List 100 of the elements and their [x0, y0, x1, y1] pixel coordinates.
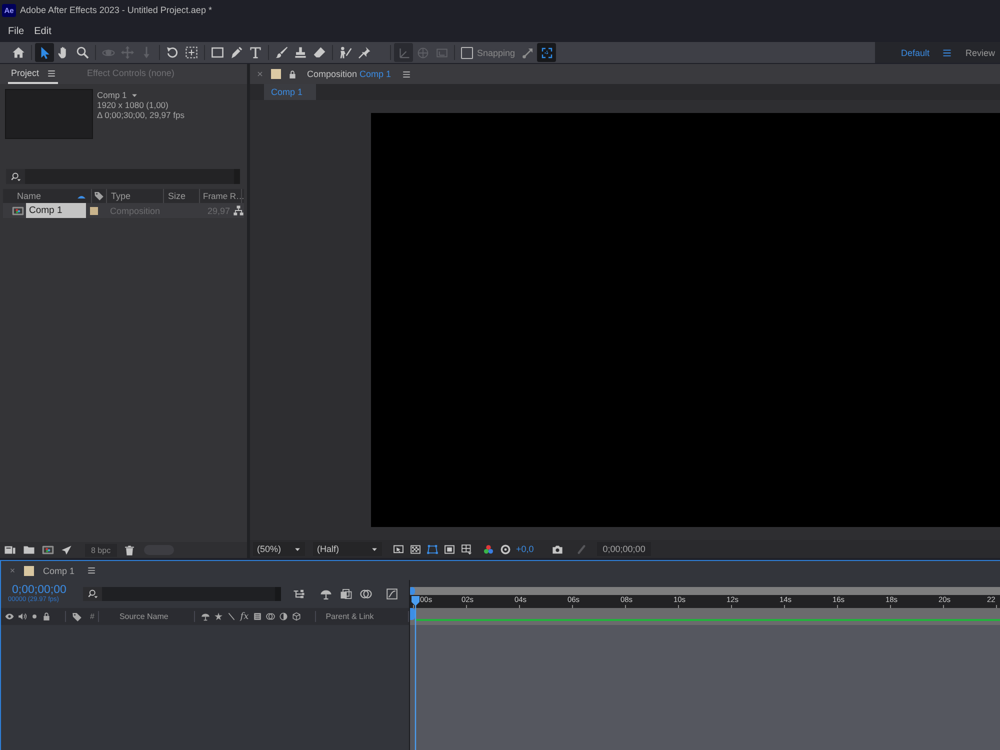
folder-icon[interactable] — [23, 544, 35, 556]
menu-item[interactable]: File — [3, 24, 30, 38]
column-header[interactable]: Type — [111, 191, 131, 201]
current-time-display[interactable]: 0;00;00;00 — [8, 584, 83, 596]
dot-icon — [31, 613, 38, 620]
bit-depth-button[interactable]: 8 bpc — [85, 544, 117, 556]
ring-icon[interactable] — [500, 544, 511, 554]
column-header[interactable]: Parent & Link — [326, 612, 404, 621]
color-circles-icon[interactable] — [483, 544, 494, 554]
menu-icon[interactable] — [942, 48, 952, 58]
workspace-tab[interactable]: Default — [899, 46, 932, 60]
work-area-start-handle[interactable] — [410, 608, 415, 620]
slash-icon — [227, 612, 236, 621]
overlapping-circles-icon[interactable] — [360, 588, 372, 600]
lock-icon — [42, 612, 51, 621]
eraser-icon — [313, 46, 326, 59]
timecode-field[interactable]: 0;00;00;00 — [596, 542, 652, 556]
dome-icon — [201, 612, 210, 621]
panel-tab[interactable]: Project — [8, 68, 58, 84]
rotate-icon — [166, 46, 179, 59]
column-header: # — [90, 612, 94, 621]
project-item-name[interactable]: Comp 1 — [26, 203, 86, 218]
corner-brackets-icon — [540, 46, 553, 58]
exposure-value[interactable]: +0,0 — [516, 544, 534, 554]
diagonal-arrow-icon — [522, 46, 534, 58]
roto-brush-icon — [339, 46, 352, 59]
home-icon — [12, 46, 25, 59]
magnifier-icon — [76, 46, 89, 59]
column-header[interactable]: Frame R… — [203, 191, 245, 201]
axis-frame-icon — [436, 46, 448, 58]
menu-icon[interactable] — [86, 566, 96, 575]
tag-icon — [72, 612, 82, 622]
anchor-point-icon — [185, 46, 198, 59]
search-field[interactable] — [83, 587, 281, 601]
pin-icon — [358, 46, 371, 59]
monitor-pointer-icon — [393, 544, 404, 554]
stacked-frames-icon[interactable] — [340, 588, 352, 600]
caret-icon[interactable] — [130, 92, 138, 98]
overlapping-circles-icon — [266, 612, 275, 621]
brush-icon — [275, 46, 288, 59]
half-circle-icon — [278, 612, 288, 621]
selection-tool-button[interactable] — [35, 43, 54, 62]
label-swatch-icon[interactable] — [90, 206, 98, 214]
rectangle-icon — [211, 46, 224, 59]
comp-dimensions: 1920 x 1080 (1,00) — [97, 100, 170, 110]
axis-icon — [398, 46, 410, 58]
snapping-toggle[interactable] — [537, 43, 556, 62]
snapping-checkbox[interactable] — [461, 46, 473, 58]
window-title: Adobe After Effects 2023 - Untitled Project.aep * — [20, 5, 212, 15]
checkerboard-icon — [410, 544, 421, 554]
speaker-icon — [18, 612, 27, 621]
graph-editor-icon[interactable] — [386, 588, 398, 600]
text-tool-icon — [249, 46, 262, 59]
menu-icon[interactable] — [47, 68, 56, 78]
grid-icon — [461, 544, 472, 554]
stamp-icon — [294, 46, 307, 59]
slash-icon — [576, 544, 587, 554]
camera-icon[interactable] — [552, 544, 563, 554]
navigator-start-handle[interactable] — [410, 587, 415, 595]
resolution-dropdown[interactable]: (Half) — [313, 542, 382, 556]
column-header[interactable]: Size — [168, 191, 186, 201]
pen-icon — [230, 46, 243, 59]
column-header[interactable]: Name — [17, 191, 42, 201]
search-field[interactable] — [6, 169, 240, 184]
close-icon[interactable] — [9, 567, 16, 574]
lock-icon[interactable] — [288, 70, 297, 78]
inner-rectangle-icon — [444, 544, 455, 554]
effects-switch-header: fx — [240, 612, 249, 622]
magnification-dropdown[interactable]: (50%) — [253, 542, 305, 556]
comp-name: Comp 1 — [97, 90, 127, 100]
composition-icon[interactable] — [42, 544, 54, 556]
branch-icon[interactable] — [293, 588, 305, 600]
column-header[interactable]: Source Name — [119, 612, 190, 621]
playhead[interactable] — [411, 595, 420, 750]
cube-icon — [292, 612, 301, 621]
trash-icon[interactable] — [124, 544, 135, 556]
globe-icon — [416, 46, 428, 58]
flowchart-icon[interactable] — [233, 205, 244, 216]
move-arrows-icon — [121, 46, 134, 59]
dome-icon[interactable] — [320, 588, 332, 600]
eye-icon — [5, 612, 14, 621]
search-icon[interactable] — [88, 589, 98, 599]
caret-icon — [371, 546, 378, 552]
snapping-label: Snapping — [477, 48, 516, 58]
timeline-tab[interactable]: Comp 1 — [43, 566, 75, 576]
caret-icon — [294, 546, 301, 552]
close-icon[interactable] — [256, 70, 264, 78]
search-icon[interactable] — [10, 172, 20, 182]
paper-plane-icon[interactable] — [61, 544, 72, 556]
menu-icon[interactable] — [402, 70, 412, 78]
viewer-tab[interactable]: Comp 1 — [264, 84, 316, 100]
workspace-tab[interactable]: Review — [964, 46, 998, 60]
menu-item[interactable]: Edit — [29, 24, 56, 38]
star-icon — [214, 612, 224, 621]
striped-square-icon — [252, 612, 262, 621]
comp-duration: Δ 0;00;30;00, 29,97 fps — [97, 110, 184, 120]
tag-icon[interactable] — [94, 191, 104, 201]
footage-icon[interactable] — [4, 544, 16, 556]
composition-tab[interactable]: Composition Comp 1 — [307, 69, 392, 79]
path-outline-icon — [427, 544, 438, 554]
